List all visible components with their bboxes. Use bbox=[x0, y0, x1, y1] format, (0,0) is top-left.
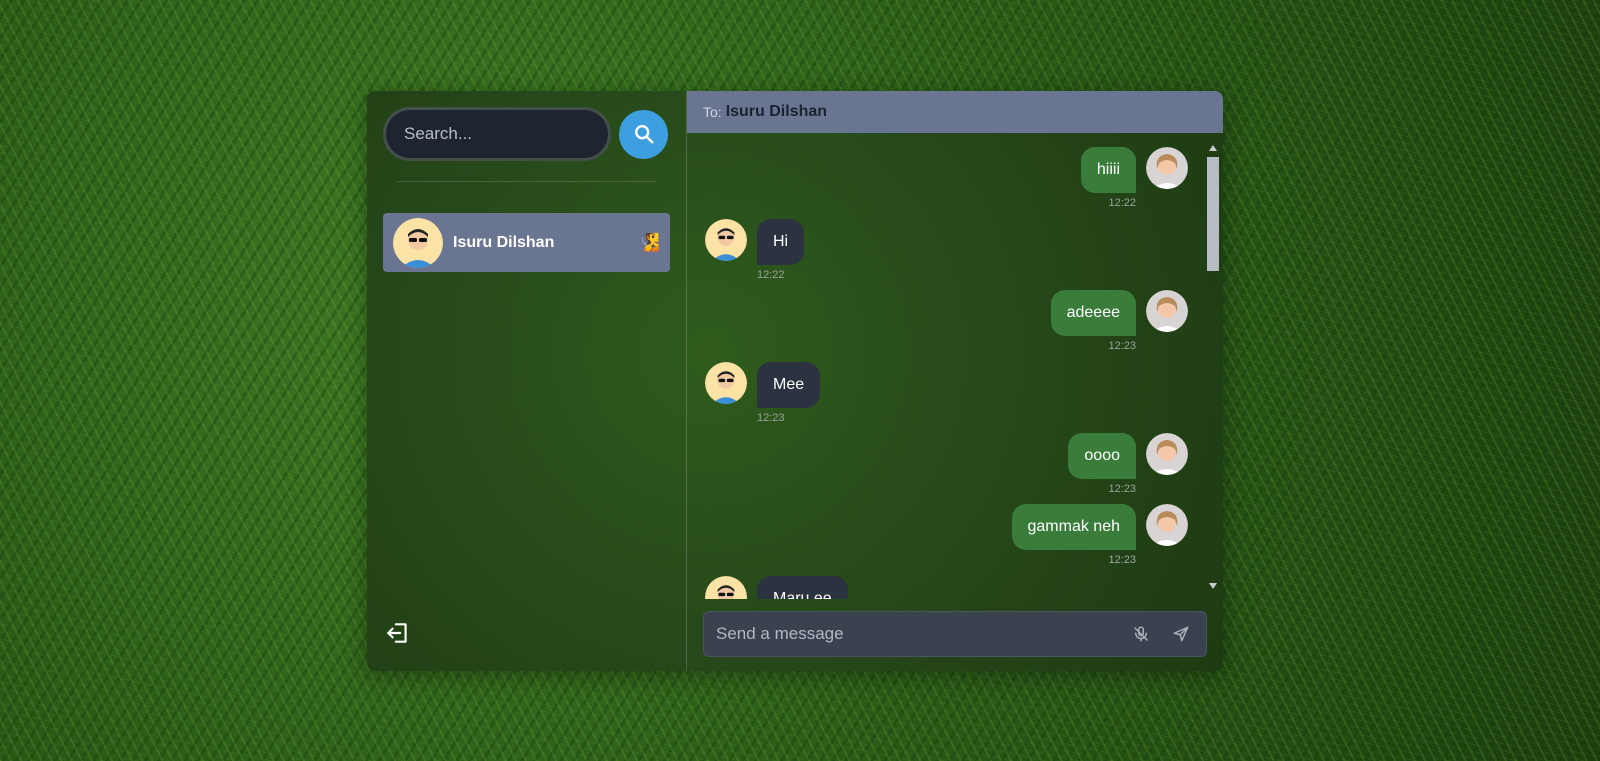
mic-off-button[interactable] bbox=[1128, 621, 1154, 647]
message-outgoing: gammak neh 12:23 bbox=[1011, 504, 1188, 566]
message-time: 12:23 bbox=[757, 412, 785, 424]
message-input[interactable] bbox=[716, 624, 1114, 644]
scroll-thumb[interactable] bbox=[1207, 157, 1219, 271]
message-bubble: oooo bbox=[1068, 433, 1136, 479]
message-bubble: adeeee bbox=[1050, 290, 1136, 336]
recipient-name: Isuru Dilshan bbox=[725, 103, 828, 120]
search-row bbox=[383, 107, 670, 161]
logout-icon bbox=[387, 623, 407, 643]
message-incoming: Maru ee bbox=[705, 576, 848, 599]
search-button[interactable] bbox=[619, 109, 668, 159]
contact-avatar bbox=[705, 219, 747, 261]
message-scrollbar[interactable] bbox=[1207, 145, 1219, 591]
message-time: 12:22 bbox=[1108, 197, 1136, 209]
message-bubble: Hi bbox=[757, 219, 805, 265]
contact-avatar bbox=[705, 576, 747, 599]
user-avatar bbox=[1146, 433, 1188, 475]
sidebar: Isuru Dilshan 🧏 bbox=[367, 91, 687, 671]
message-time: 12:23 bbox=[1108, 340, 1136, 352]
message-incoming: Mee 12:23 bbox=[705, 362, 821, 424]
message-time: 12:23 bbox=[1108, 483, 1136, 495]
message-composer bbox=[703, 611, 1207, 657]
user-avatar bbox=[1146, 290, 1188, 332]
search-input[interactable] bbox=[383, 107, 611, 161]
message-list[interactable]: hiiii 12:22 Hi 12:22 adeeee 12:23 Mee 12… bbox=[687, 133, 1223, 599]
message-outgoing: hiiii 12:22 bbox=[1080, 147, 1188, 209]
composer-area bbox=[687, 599, 1223, 671]
logout-button[interactable] bbox=[385, 620, 411, 651]
contact-avatar bbox=[393, 217, 443, 268]
user-avatar bbox=[1146, 147, 1188, 189]
mic-off-icon bbox=[1134, 626, 1148, 642]
message-outgoing: oooo 12:23 bbox=[1068, 433, 1188, 495]
message-bubble: hiiii bbox=[1080, 147, 1136, 193]
chat-app-window: Isuru Dilshan 🧏 To: Isuru Dilshan hiiii bbox=[367, 91, 1223, 671]
chat-panel: To: Isuru Dilshan hiiii 12:22 Hi 12:22 a… bbox=[687, 91, 1223, 671]
to-label: To: bbox=[703, 104, 722, 120]
message-time: 12:22 bbox=[757, 269, 785, 281]
message-bubble: gammak neh bbox=[1011, 504, 1136, 550]
message-bubble: Mee bbox=[757, 362, 821, 408]
message-bubble: Maru ee bbox=[757, 576, 848, 599]
message-incoming: Hi 12:22 bbox=[705, 219, 805, 281]
send-button[interactable] bbox=[1168, 621, 1194, 647]
sidebar-divider bbox=[397, 181, 656, 182]
contact-name: Isuru Dilshan bbox=[453, 233, 555, 251]
message-time: 12:23 bbox=[1108, 554, 1136, 566]
message-outgoing: adeeee 12:23 bbox=[1050, 290, 1188, 352]
contact-status-emoji: 🧏 bbox=[638, 232, 660, 252]
search-icon bbox=[634, 125, 653, 144]
send-icon bbox=[1173, 626, 1189, 642]
contact-avatar bbox=[705, 362, 747, 404]
scroll-down-arrow[interactable] bbox=[1207, 583, 1219, 591]
user-avatar bbox=[1146, 504, 1188, 546]
contact-item-isuru-dilshan[interactable]: Isuru Dilshan 🧏 bbox=[383, 213, 670, 272]
chat-header: To: Isuru Dilshan bbox=[687, 91, 1223, 133]
scroll-up-arrow[interactable] bbox=[1207, 145, 1219, 153]
